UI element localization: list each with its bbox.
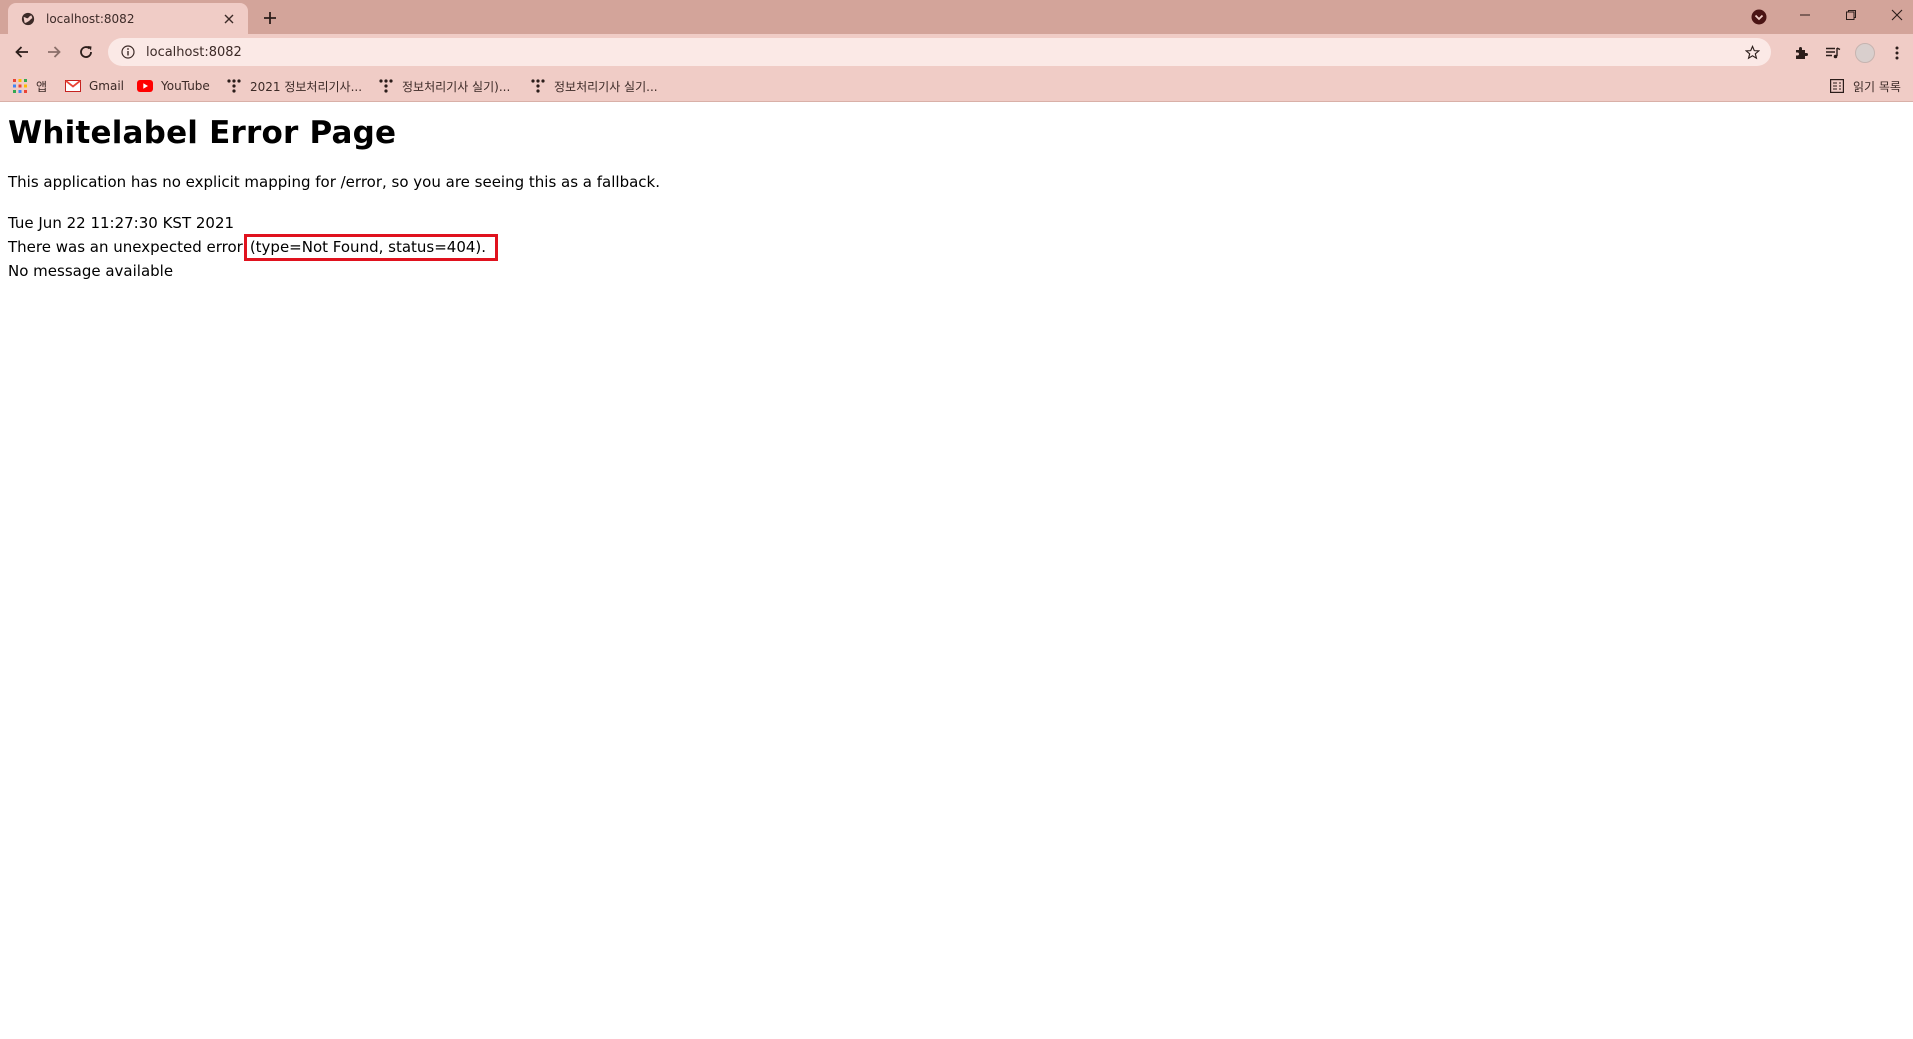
page-description: This application has no explicit mapping… [8,173,660,191]
reading-list-label: 읽기 목록 [1853,79,1901,94]
bookmark-label: Gmail [89,79,125,93]
restore-icon[interactable] [1828,0,1874,30]
tab-title: localhost:8082 [46,11,135,26]
error-message: No message available [8,262,174,280]
window-close-icon[interactable] [1874,0,1913,30]
apps-grid-icon [12,78,28,94]
page-title: Whitelabel Error Page [8,115,397,151]
site-dots-icon [226,78,242,94]
bookmark-label: YouTube [161,79,210,93]
gmail-icon [65,78,81,94]
bookmarks-bar: 앱 Gmail YouTube 2021 정보처리기사... 정보처리기사 실기… [0,70,1913,102]
bookmark-label: 정보처리기사 실기... [554,79,658,94]
bookmark-item[interactable]: 정보처리기사 실기... [530,76,658,96]
bookmark-item[interactable]: 정보처리기사 실기)... [378,76,510,96]
bookmark-youtube[interactable]: YouTube [137,76,210,96]
reading-list-icon [1829,78,1845,94]
minimize-icon[interactable] [1782,0,1828,30]
error-prefix: There was an unexpected error [8,238,243,256]
error-timestamp: Tue Jun 22 11:27:30 KST 2021 [8,214,235,232]
youtube-icon [137,78,153,94]
bookmark-label: 앱 [36,79,48,94]
address-bar[interactable] [108,38,1771,66]
close-icon[interactable] [220,10,238,28]
tab-strip: localhost:8082 [0,0,1913,34]
url-input[interactable] [146,44,1743,60]
site-dots-icon [378,78,394,94]
puzzle-icon[interactable] [1790,42,1812,64]
error-line: There was an unexpected error (type=Not F… [8,234,1905,261]
avatar[interactable] [1854,42,1876,64]
page-content: Whitelabel Error Page This application h… [8,103,1905,282]
star-icon[interactable] [1743,43,1761,61]
error-details: Tue Jun 22 11:27:30 KST 2021 There was a… [8,213,1905,282]
bookmark-item[interactable]: 2021 정보처리기사... [226,76,362,96]
browser-tab[interactable]: localhost:8082 [8,3,248,34]
profile-avatar [1855,43,1875,63]
bookmark-apps[interactable]: 앱 [12,76,47,96]
forward-arrow-icon[interactable] [40,38,68,66]
browser-toolbar [0,34,1913,70]
reload-icon[interactable] [72,38,100,66]
bookmark-label: 정보처리기사 실기)... [402,79,511,94]
plus-icon[interactable] [258,6,282,30]
globe-icon [20,11,36,27]
bookmark-label: 2021 정보처리기사... [250,79,363,94]
media-icon[interactable] [1822,42,1844,64]
reading-list-button[interactable]: 읽기 목록 [1829,76,1901,96]
info-icon[interactable] [120,44,136,60]
highlighted-error-status: (type=Not Found, status=404). [243,234,499,261]
kebab-menu-icon[interactable] [1886,42,1908,64]
bookmark-gmail[interactable]: Gmail [65,76,124,96]
site-dots-icon [530,78,546,94]
tab-search-icon[interactable] [1750,8,1768,26]
back-arrow-icon[interactable] [8,38,36,66]
